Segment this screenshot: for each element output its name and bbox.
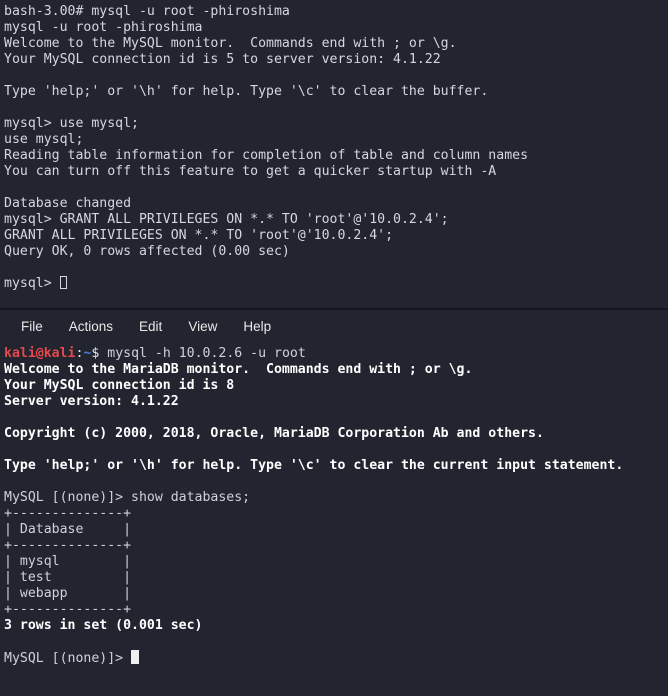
terminal-line: Type 'help;' or '\h' for help. Type '\c'… [4,458,624,473]
top-terminal-pane[interactable]: bash-3.00# mysql -u root -phiroshima mysq… [0,0,668,308]
menu-view[interactable]: View [175,316,230,337]
terminal-line: +--------------+ [4,538,132,553]
terminal-line: Your MySQL connection id is 8 [4,378,235,393]
terminal-line: Reading table information for completion… [4,148,529,163]
top-terminal-prompt-line: mysql> [4,276,668,292]
shell-prompt-line: kali@kali:~$ mysql -h 10.0.2.6 -u root [4,346,668,362]
terminal-line: 3 rows in set (0.001 sec) [4,618,203,633]
terminal-line: bash-3.00# mysql -u root -phiroshima [4,4,290,19]
dual-terminal-screen: bash-3.00# mysql -u root -phiroshima mysq… [0,0,668,696]
bottom-prompt-text: MySQL [(none)]> [4,651,132,666]
terminal-line: Query OK, 0 rows affected (0.00 sec) [4,244,290,259]
terminal-line: Welcome to the MySQL monitor. Commands e… [4,36,457,51]
menu-actions[interactable]: Actions [56,316,126,337]
text-cursor-icon [131,650,140,664]
bottom-terminal-pane[interactable]: kali@kali:~$ mysql -h 10.0.2.6 -u root W… [0,342,668,696]
bottom-terminal-prompt-line: MySQL [(none)]> [4,650,668,666]
terminal-line: Copyright (c) 2000, 2018, Oracle, MariaD… [4,426,544,441]
terminal-line: Your MySQL connection id is 5 to server … [4,52,441,67]
terminal-line: Type 'help;' or '\h' for help. Type '\c'… [4,84,489,99]
terminal-line: You can turn off this feature to get a q… [4,164,497,179]
terminal-line: +--------------+ [4,506,132,521]
terminal-line: | Database | [4,522,132,537]
menubar: File Actions Edit View Help [0,310,668,342]
terminal-line: mysql -u root -phiroshima [4,20,203,35]
top-prompt-text: mysql> [4,276,60,291]
terminal-line: +--------------+ [4,602,132,617]
menu-help[interactable]: Help [230,316,284,337]
text-cursor-icon [59,276,67,289]
terminal-line: | test | [4,570,132,585]
terminal-line: Database changed [4,196,132,211]
top-terminal-output: bash-3.00# mysql -u root -phiroshima mysq… [4,4,668,276]
terminal-line: use mysql; [4,132,84,147]
menu-edit[interactable]: Edit [126,316,175,337]
terminal-line: Welcome to the MariaDB monitor. Commands… [4,362,473,377]
terminal-line: Server version: 4.1.22 [4,394,179,409]
shell-command: mysql -h 10.0.2.6 -u root [99,346,306,361]
terminal-line: GRANT ALL PRIVILEGES ON *.* TO 'root'@'1… [4,228,394,243]
terminal-line: mysql> use mysql; [4,116,139,131]
terminal-line: mysql> GRANT ALL PRIVILEGES ON *.* TO 'r… [4,212,449,227]
terminal-line: | mysql | [4,554,132,569]
menu-file[interactable]: File [8,316,56,337]
prompt-user-host: kali@kali [4,346,76,361]
bottom-terminal-window: File Actions Edit View Help kali@kali:~$ mys… [0,310,668,696]
terminal-line: MySQL [(none)]> show databases; [4,490,251,505]
terminal-line: | webapp | [4,586,132,601]
bottom-terminal-output: Welcome to the MariaDB monitor. Commands… [4,362,668,650]
